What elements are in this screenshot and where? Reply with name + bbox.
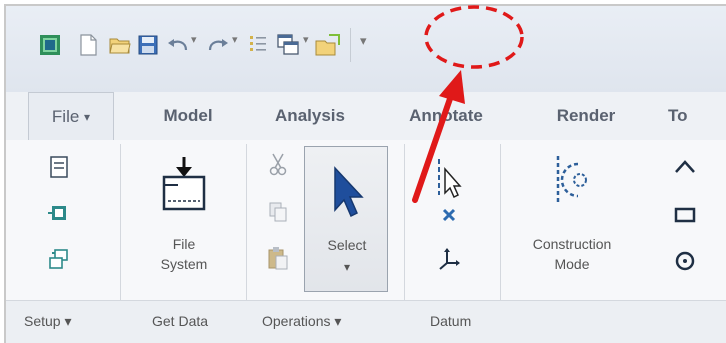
tab-file-label: File xyxy=(51,106,80,126)
construction-mode-line2: Mode xyxy=(554,256,590,272)
tab-annotate[interactable]: Annotate xyxy=(386,92,506,140)
close-window-icon[interactable] xyxy=(314,30,342,60)
cut-icon[interactable] xyxy=(264,150,292,178)
parameters-icon[interactable] xyxy=(44,244,74,274)
group-setup[interactable]: Setup ▾ xyxy=(24,313,72,330)
select-dropdown-icon: ▾ xyxy=(343,260,351,274)
select-label: Select xyxy=(327,237,367,253)
windows-icon[interactable] xyxy=(274,30,302,60)
group-get-data: Get Data xyxy=(152,313,209,329)
group-datum: Datum xyxy=(430,313,472,329)
model-properties-icon[interactable] xyxy=(44,152,74,182)
tab-render[interactable]: Render xyxy=(536,92,636,140)
tab-model[interactable]: Model xyxy=(138,92,238,140)
tab-file[interactable]: File ▾ xyxy=(28,92,114,140)
coordinate-system-icon[interactable] xyxy=(434,244,464,274)
plane-cursor-icon[interactable] xyxy=(428,154,468,204)
toolbar-separator xyxy=(350,28,351,62)
customize-toolbar-icon[interactable]: ▾ xyxy=(360,33,367,49)
construction-mode-label[interactable]: Construction Mode xyxy=(512,234,632,274)
new-file-icon[interactable] xyxy=(74,30,102,60)
select-button[interactable]: Select ▾ xyxy=(304,146,388,292)
file-system-icon[interactable] xyxy=(156,154,212,214)
undo-dropdown-icon[interactable]: ▾ xyxy=(191,33,197,46)
file-system-line2: System xyxy=(160,256,208,272)
cursor-arrow-icon xyxy=(325,165,369,221)
app-window: ▾ ▾ ▾ ▾ File ▾ Model Analysis Annotate R… xyxy=(4,4,726,343)
quick-access-toolbar: ▾ ▾ ▾ ▾ xyxy=(6,6,726,93)
circle-icon[interactable] xyxy=(670,246,700,276)
open-file-icon[interactable] xyxy=(106,30,134,60)
tab-tools[interactable]: To xyxy=(668,92,726,140)
redo-icon[interactable] xyxy=(204,30,232,60)
line-chain-icon[interactable] xyxy=(670,152,700,182)
construction-mode-icon[interactable] xyxy=(542,150,602,210)
chevron-down-icon: ▾ xyxy=(84,109,91,124)
ribbon-tabs: File ▾ Model Analysis Annotate Render To xyxy=(6,92,726,141)
redo-dropdown-icon[interactable]: ▾ xyxy=(232,33,238,46)
paste-icon[interactable] xyxy=(264,244,292,272)
rectangle-icon[interactable] xyxy=(670,200,700,230)
ribbon-group-labels: Setup ▾ Get Data Operations ▾ Datum xyxy=(6,300,726,343)
app-logo-icon[interactable] xyxy=(36,30,64,60)
regenerate-icon[interactable] xyxy=(244,30,272,60)
windows-dropdown-icon[interactable]: ▾ xyxy=(303,33,309,46)
file-system-label[interactable]: File System xyxy=(144,234,224,274)
save-icon[interactable] xyxy=(134,30,162,60)
tab-analysis[interactable]: Analysis xyxy=(254,92,366,140)
copy-icon[interactable] xyxy=(264,198,292,226)
point-icon[interactable] xyxy=(436,202,462,228)
undo-icon[interactable] xyxy=(164,30,192,60)
construction-mode-line1: Construction xyxy=(532,236,612,252)
file-system-line1: File xyxy=(172,236,196,252)
relations-icon[interactable] xyxy=(44,198,74,228)
group-operations[interactable]: Operations ▾ xyxy=(262,313,341,330)
